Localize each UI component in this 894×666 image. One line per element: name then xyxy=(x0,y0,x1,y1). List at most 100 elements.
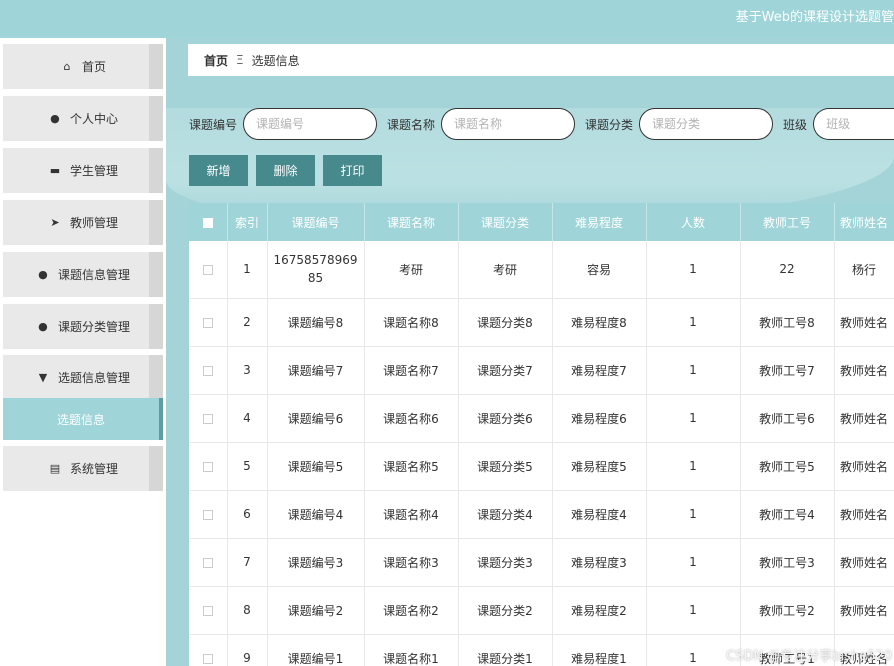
table-cell: 课题名称5 xyxy=(364,442,459,491)
sidebar-item-label: 系统管理 xyxy=(69,462,118,476)
select-all-cell[interactable] xyxy=(189,203,228,241)
table-cell: 课题名称6 xyxy=(364,394,459,443)
table-cell: 教师工号2 xyxy=(740,586,835,635)
table-cell: 课题分类2 xyxy=(458,586,553,635)
print-button[interactable]: 打印 xyxy=(323,155,382,186)
row-select-cell[interactable] xyxy=(189,241,228,299)
table-cell: 难易程度5 xyxy=(552,442,647,491)
row-checkbox[interactable] xyxy=(202,413,213,424)
class-input[interactable] xyxy=(813,108,894,140)
table-row[interactable]: 1 1675857896985 考研 考研 容易 1 22 杨行 xyxy=(189,241,894,299)
row-checkbox[interactable] xyxy=(202,557,213,568)
column-header: 人数 xyxy=(646,203,741,241)
table-cell: 课题名称1 xyxy=(364,634,459,666)
table-cell: 课题分类5 xyxy=(458,442,553,491)
select-all-checkbox[interactable] xyxy=(202,217,213,228)
sidebar-item-topic-info-management[interactable]: ● 课题信息管理 xyxy=(3,252,163,297)
sidebar-item-personal-center[interactable]: ● 个人中心 xyxy=(3,96,163,141)
breadcrumb-home[interactable]: 首页 xyxy=(204,52,228,69)
row-select-cell[interactable] xyxy=(189,586,228,635)
row-checkbox[interactable] xyxy=(202,461,213,472)
topic-category-input[interactable] xyxy=(639,108,774,140)
column-header: 索引 xyxy=(227,203,268,241)
row-select-cell[interactable] xyxy=(189,298,228,347)
table-cell: 22 xyxy=(740,241,835,299)
sidebar-item-label: 教师管理 xyxy=(69,216,118,230)
row-checkbox[interactable] xyxy=(202,605,213,616)
add-button[interactable]: 新增 xyxy=(189,155,248,186)
row-checkbox[interactable] xyxy=(202,365,213,376)
table-row[interactable]: 4 课题编号6 课题名称6 课题分类6 难易程度6 1 教师工号6 教师姓名 xyxy=(189,394,894,443)
table-cell: 教师姓名 xyxy=(834,538,894,587)
table-cell: 1 xyxy=(646,241,741,299)
class-label: 班级 xyxy=(783,117,808,132)
sidebar: ⌂ 首页 ● 个人中心 ▬ 学生管理 ➤ 教师管理 ● 课题信息管理 ● 课题分… xyxy=(0,38,166,666)
topic-name-input[interactable] xyxy=(441,108,576,140)
site-title: 基于Web的课程设计选题管 xyxy=(735,10,894,25)
topic-number-label: 课题编号 xyxy=(189,117,238,132)
toolbar: 新增 删除 打印 xyxy=(189,155,382,186)
row-select-cell[interactable] xyxy=(189,538,228,587)
row-select-cell[interactable] xyxy=(189,442,228,491)
table-cell: 考研 xyxy=(458,241,553,299)
main-content: 首页 Ξ 选题信息 课题编号 课题名称 课题分类 班级 新增 删除 打印 索引 … xyxy=(166,38,894,666)
table-row[interactable]: 8 课题编号2 课题名称2 课题分类2 难易程度2 1 教师工号2 教师姓名 xyxy=(189,586,894,635)
sidebar-item-label: 课题分类管理 xyxy=(57,320,130,334)
table-cell: 教师姓名 xyxy=(834,298,894,347)
sidebar-item-home[interactable]: ⌂ 首页 xyxy=(3,44,163,89)
table-cell: 课题分类7 xyxy=(458,346,553,395)
row-select-cell[interactable] xyxy=(189,634,228,666)
table-cell: 1 xyxy=(646,586,741,635)
row-select-cell[interactable] xyxy=(189,490,228,539)
table-cell: 课题编号8 xyxy=(267,298,365,347)
user-icon: ● xyxy=(38,320,48,333)
table-cell: 课题分类4 xyxy=(458,490,553,539)
table-cell: 容易 xyxy=(552,241,647,299)
table-cell: 教师姓名 xyxy=(834,586,894,635)
column-header: 教师姓名 xyxy=(834,203,894,241)
table-cell: 课题分类3 xyxy=(458,538,553,587)
table-cell: 难易程度3 xyxy=(552,538,647,587)
topic-name-label: 课题名称 xyxy=(387,117,436,132)
delete-button[interactable]: 删除 xyxy=(256,155,315,186)
table-cell: 课题编号4 xyxy=(267,490,365,539)
table-cell: 1675857896985 xyxy=(267,241,365,299)
table-cell: 课题编号1 xyxy=(267,634,365,666)
table-cell: 课题编号7 xyxy=(267,346,365,395)
sidebar-item-student-management[interactable]: ▬ 学生管理 xyxy=(3,148,163,193)
table-cell: 课题名称3 xyxy=(364,538,459,587)
table-cell: 教师姓名 xyxy=(834,490,894,539)
table-cell: 课题分类1 xyxy=(458,634,553,666)
sidebar-subitem-selection-info[interactable]: 选题信息 xyxy=(3,398,163,440)
table-cell: 难易程度4 xyxy=(552,490,647,539)
row-checkbox[interactable] xyxy=(202,317,213,328)
table-row[interactable]: 5 课题编号5 课题名称5 课题分类5 难易程度5 1 教师工号5 教师姓名 xyxy=(189,442,894,491)
table-cell: 3 xyxy=(227,346,268,395)
table-cell: 教师姓名 xyxy=(834,394,894,443)
row-select-cell[interactable] xyxy=(189,394,228,443)
sidebar-item-system-management[interactable]: ▤ 系统管理 xyxy=(3,446,163,491)
sidebar-item-selection-info-management[interactable]: ▼ 选题信息管理 xyxy=(3,355,163,400)
search-bar: 课题编号 课题名称 课题分类 班级 xyxy=(189,108,894,140)
row-select-cell[interactable] xyxy=(189,346,228,395)
table-row[interactable]: 7 课题编号3 课题名称3 课题分类3 难易程度3 1 教师工号3 教师姓名 xyxy=(189,538,894,587)
table-row[interactable]: 2 课题编号8 课题名称8 课题分类8 难易程度8 1 教师工号8 教师姓名 xyxy=(189,298,894,347)
table-cell: 课题编号5 xyxy=(267,442,365,491)
table-cell: 教师工号8 xyxy=(740,298,835,347)
table-row[interactable]: 3 课题编号7 课题名称7 课题分类7 难易程度7 1 教师工号7 教师姓名 xyxy=(189,346,894,395)
topic-number-input[interactable] xyxy=(243,108,378,140)
table-cell: 4 xyxy=(227,394,268,443)
row-checkbox[interactable] xyxy=(202,264,213,275)
table-cell: 难易程度7 xyxy=(552,346,647,395)
sidebar-item-topic-category-management[interactable]: ● 课题分类管理 xyxy=(3,304,163,349)
row-checkbox[interactable] xyxy=(202,653,213,664)
sidebar-item-teacher-management[interactable]: ➤ 教师管理 xyxy=(3,200,163,245)
table-row[interactable]: 6 课题编号4 课题名称4 课题分类4 难易程度4 1 教师工号4 教师姓名 xyxy=(189,490,894,539)
breadcrumb: 首页 Ξ 选题信息 xyxy=(188,44,894,76)
table-cell: 2 xyxy=(227,298,268,347)
column-header: 课题编号 xyxy=(267,203,365,241)
table-cell: 1 xyxy=(646,298,741,347)
row-checkbox[interactable] xyxy=(202,509,213,520)
table-cell: 教师工号7 xyxy=(740,346,835,395)
table-cell: 难易程度6 xyxy=(552,394,647,443)
